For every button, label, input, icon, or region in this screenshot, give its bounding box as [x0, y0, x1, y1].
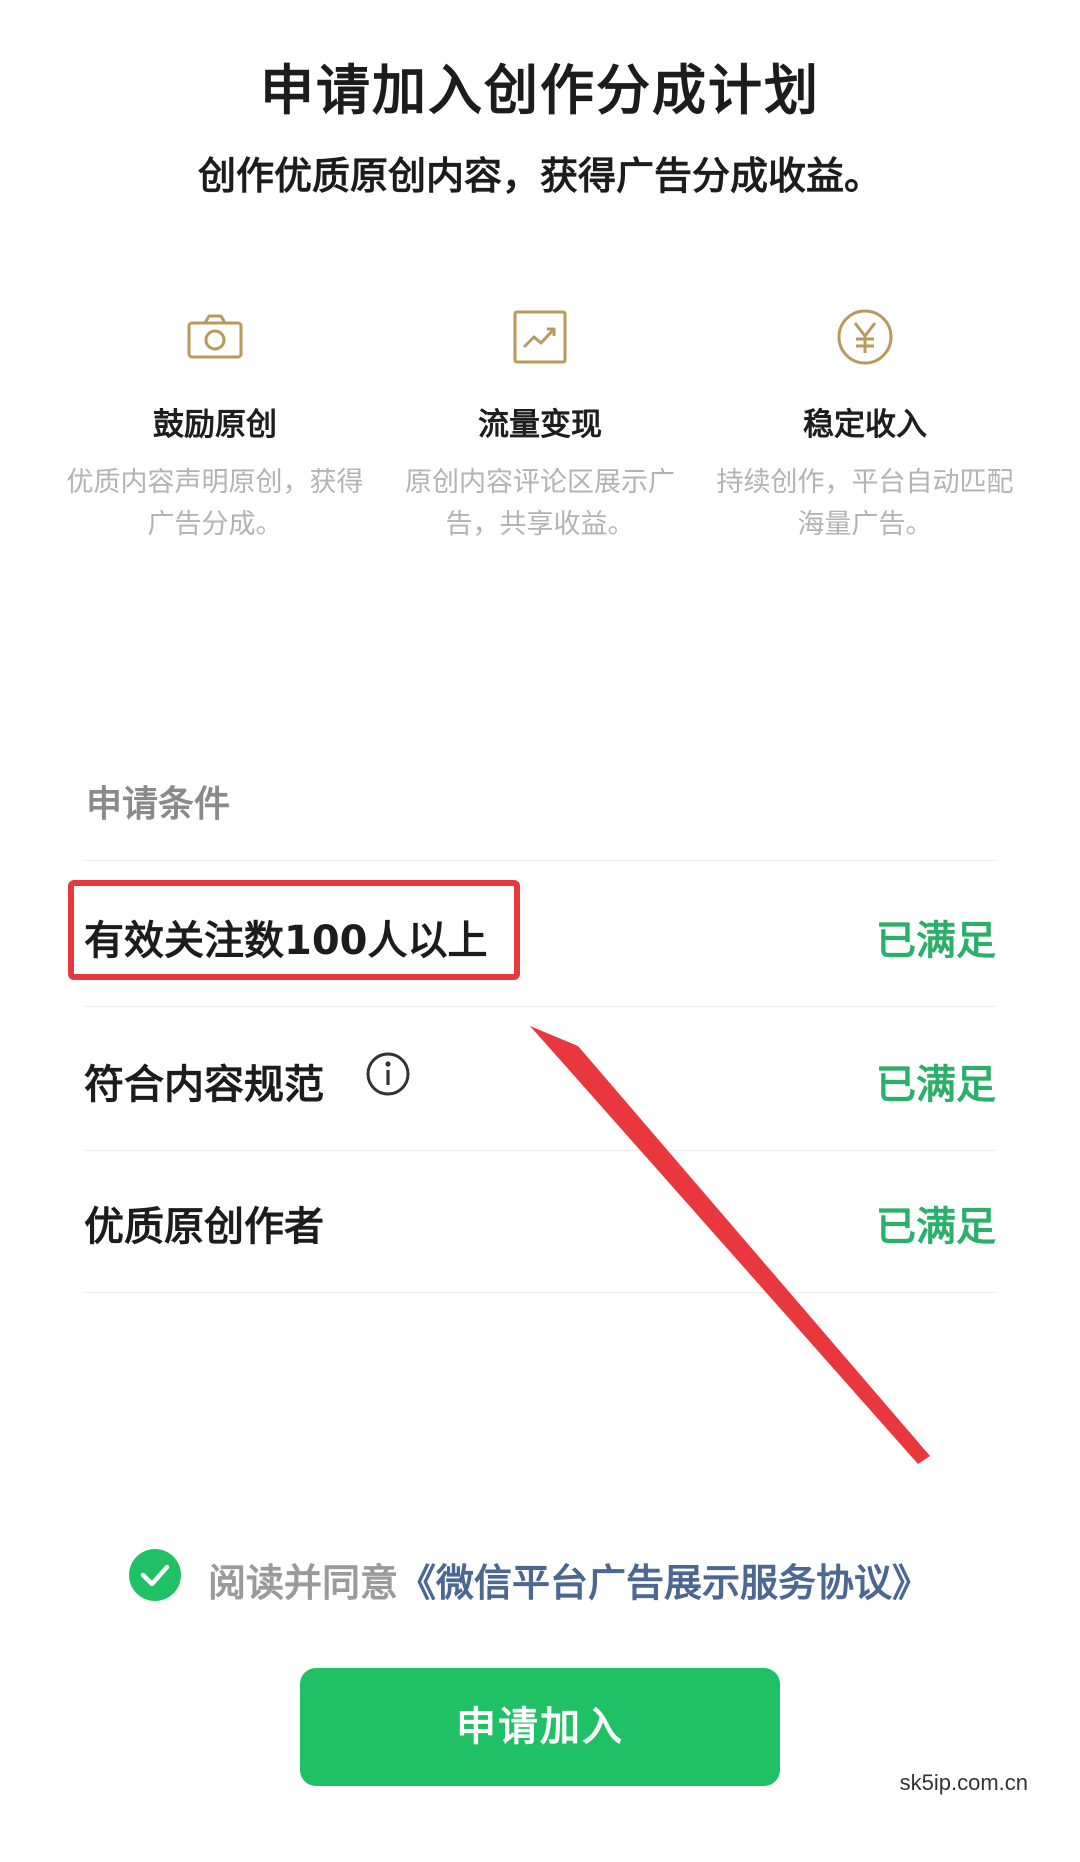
highlight-box	[68, 880, 520, 980]
features-section: 鼓励原创 优质内容声明原创，获得广告分成。 流量变现 原创内容评论区展示广告，共…	[0, 305, 1080, 565]
feature-desc: 原创内容评论区展示广告，共享收益。	[405, 467, 675, 540]
trend-chart-icon	[513, 310, 567, 364]
checkbox-checked-icon[interactable]	[128, 1548, 182, 1602]
feature-desc: 优质内容声明原创，获得广告分成。	[66, 467, 364, 540]
agreement-text: 阅读并同意《微信平台广告展示服务协议》	[208, 1552, 930, 1607]
conditions-header: 申请条件	[86, 784, 231, 825]
agreement-link[interactable]: 《微信平台广告展示服务协议》	[398, 1561, 930, 1605]
feature-desc: 持续创作，平台自动匹配海量广告。	[716, 467, 1014, 540]
condition-status: 已满足	[876, 1062, 996, 1108]
condition-row-content-standard: 符合内容规范 已满足	[84, 1030, 996, 1130]
agreement-prefix: 阅读并同意	[208, 1561, 399, 1605]
divider	[84, 1006, 996, 1007]
feature-title: 鼓励原创	[153, 407, 277, 443]
join-button[interactable]: 申请加入	[300, 1668, 780, 1786]
feature-stable-income: 稳定收入 持续创作，平台自动匹配海量广告。	[700, 305, 1030, 546]
page-subtitle: 创作优质原创内容，获得广告分成收益。	[197, 154, 882, 198]
feature-title: 流量变现	[478, 407, 602, 443]
page-title: 申请加入创作分成计划	[260, 59, 820, 122]
condition-row-original-creator: 优质原创作者 已满足	[84, 1172, 996, 1272]
feature-traffic-monetize: 流量变现 原创内容评论区展示广告，共享收益。	[375, 305, 705, 546]
divider	[84, 1150, 996, 1151]
condition-label: 符合内容规范	[84, 1062, 324, 1108]
condition-label: 优质原创作者	[84, 1204, 324, 1250]
condition-status: 已满足	[876, 918, 996, 964]
feature-title: 稳定收入	[803, 407, 927, 443]
info-icon[interactable]	[364, 1050, 412, 1098]
divider	[84, 860, 996, 861]
divider	[84, 1292, 996, 1293]
camera-icon	[187, 314, 243, 359]
yen-coin-icon	[837, 309, 893, 365]
watermark: sk5ip.com.cn	[899, 1770, 1028, 1795]
condition-status: 已满足	[876, 1204, 996, 1250]
feature-encourage-original: 鼓励原创 优质内容声明原创，获得广告分成。	[50, 305, 380, 546]
